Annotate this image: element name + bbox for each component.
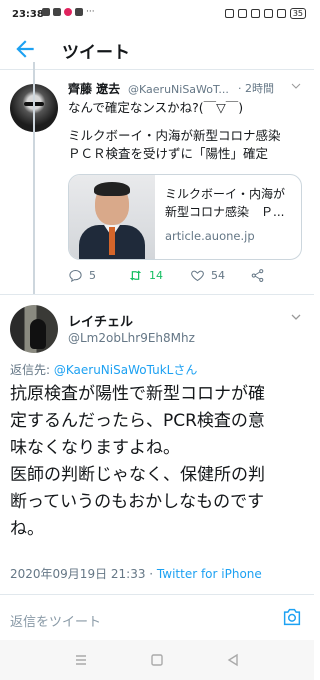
reply-author-name[interactable]: レイチェル: [68, 311, 133, 330]
share-button[interactable]: [250, 268, 265, 283]
reply-input[interactable]: 返信をツイート: [10, 611, 101, 630]
reply-line: 断っていうのもおかしなものです: [10, 492, 265, 512]
reply-button[interactable]: 5: [68, 268, 96, 283]
tweet-line: なんで確定なンスかね?(￣▽￣): [68, 100, 244, 115]
like-button[interactable]: 54: [190, 268, 225, 283]
home-icon[interactable]: [150, 653, 164, 667]
app-notification-icon: [64, 8, 72, 16]
battery-indicator: 35: [289, 8, 306, 19]
thread-connector: [33, 62, 35, 294]
replying-to: 返信先: @KaeruNiSaWoTukLさん: [10, 361, 197, 378]
link-card-title-line: ミルクボーイ・内海が: [165, 187, 286, 201]
retweet-icon: [129, 270, 142, 281]
app-bar: ツイート: [0, 30, 314, 70]
nfc-icon: [224, 9, 234, 18]
reply-count: 5: [89, 269, 96, 282]
mute-icon: [237, 9, 247, 18]
retweet-button[interactable]: 14: [128, 268, 163, 283]
alarm-icon: [250, 9, 260, 18]
reply-line: 定するんだったら、PCR検査の意: [10, 411, 265, 431]
tweet-timestamp: 2020年09月19日 21:33 ·: [10, 567, 157, 581]
reply-tweet-text: 抗原検査が陽性で新型コロナが確 定するんだったら、PCR検査の意 味なくなります…: [10, 381, 306, 543]
author-name[interactable]: 齊藤 遼去: [68, 82, 120, 96]
status-time: 23:38: [12, 9, 44, 20]
link-card-title-line: 新型コロナ感染 Ｐ...: [165, 205, 285, 219]
signal-icon: [276, 9, 286, 18]
retweet-count: 14: [149, 269, 163, 282]
reply-line: 医師の判断じゃなく、保健所の判: [10, 465, 265, 485]
system-icons: 35: [224, 8, 306, 19]
gmail-icon: [75, 8, 83, 16]
chevron-down-icon[interactable]: [290, 80, 302, 92]
reply-to-prefix: 返信先:: [10, 363, 54, 377]
reply-icon: [69, 269, 82, 283]
reply-tweet[interactable]: レイチェル @Lm2obLhr9Eh8Mhz 返信先: @KaeruNiSaWo…: [0, 294, 314, 594]
tweet-metadata: 2020年09月19日 21:33 · Twitter for iPhone: [10, 565, 262, 582]
more-notifications: ···: [86, 7, 95, 17]
heart-icon: [191, 270, 204, 282]
link-card-title: ミルクボーイ・内海が 新型コロナ感染 Ｐ...: [165, 185, 297, 221]
tweet-actions: 5 14 54: [68, 268, 304, 288]
chevron-down-icon[interactable]: [290, 311, 302, 323]
link-card-domain: article.auone.jp: [165, 229, 255, 243]
tweet-time: · 2時間: [238, 82, 274, 95]
like-count: 54: [211, 269, 225, 282]
author-handle[interactable]: @KaeruNiSaWoT...: [128, 83, 229, 96]
reply-author-handle[interactable]: @Lm2obLhr9Eh8Mhz: [68, 331, 195, 345]
tiktok-icon: [53, 8, 61, 16]
reply-line: 味なくなりますよね。: [10, 438, 180, 458]
original-tweet[interactable]: 齊藤 遼去 @KaeruNiSaWoT... · 2時間 なんで確定なンスかね?…: [0, 72, 314, 294]
camera-icon[interactable]: [282, 608, 302, 626]
wifi-icon: [263, 9, 273, 18]
reply-composer[interactable]: 返信をツイート: [0, 596, 314, 638]
notification-icons: ···: [42, 7, 95, 17]
reply-line: 抗原検査が陽性で新型コロナが確: [10, 384, 265, 404]
link-card[interactable]: ミルクボーイ・内海が 新型コロナ感染 Ｐ... article.auone.jp: [68, 174, 302, 260]
divider: [0, 594, 314, 595]
status-bar: 23:38 ··· 35: [0, 0, 314, 30]
reply-to-mention[interactable]: @KaeruNiSaWoTukLさん: [54, 363, 197, 377]
reply-author-avatar[interactable]: [10, 305, 58, 353]
tweet-source-link[interactable]: Twitter for iPhone: [157, 567, 262, 581]
link-card-thumbnail: [69, 175, 155, 259]
tweet-line: ミルクボーイ・内海が新型コロナ感染: [68, 128, 281, 143]
back-nav-icon[interactable]: [226, 653, 240, 667]
menu-icon[interactable]: [74, 653, 88, 667]
tweet-header: 齊藤 遼去 @KaeruNiSaWoT... · 2時間: [68, 80, 304, 98]
tweet-line: ＰＣＲ検査を受けずに「陽性」確定: [68, 146, 269, 161]
tweet-text: なんで確定なンスかね?(￣▽￣) ミルクボーイ・内海が新型コロナ感染 ＰＣＲ検査…: [68, 99, 304, 163]
arrow-left-icon[interactable]: [12, 36, 38, 62]
system-navigation-bar: [0, 640, 314, 680]
reply-line: ね。: [10, 519, 44, 539]
share-icon: [251, 269, 264, 282]
tweet-line-spacer: [68, 117, 304, 127]
notification-icon: [42, 8, 50, 16]
page-title: ツイート: [62, 43, 130, 63]
